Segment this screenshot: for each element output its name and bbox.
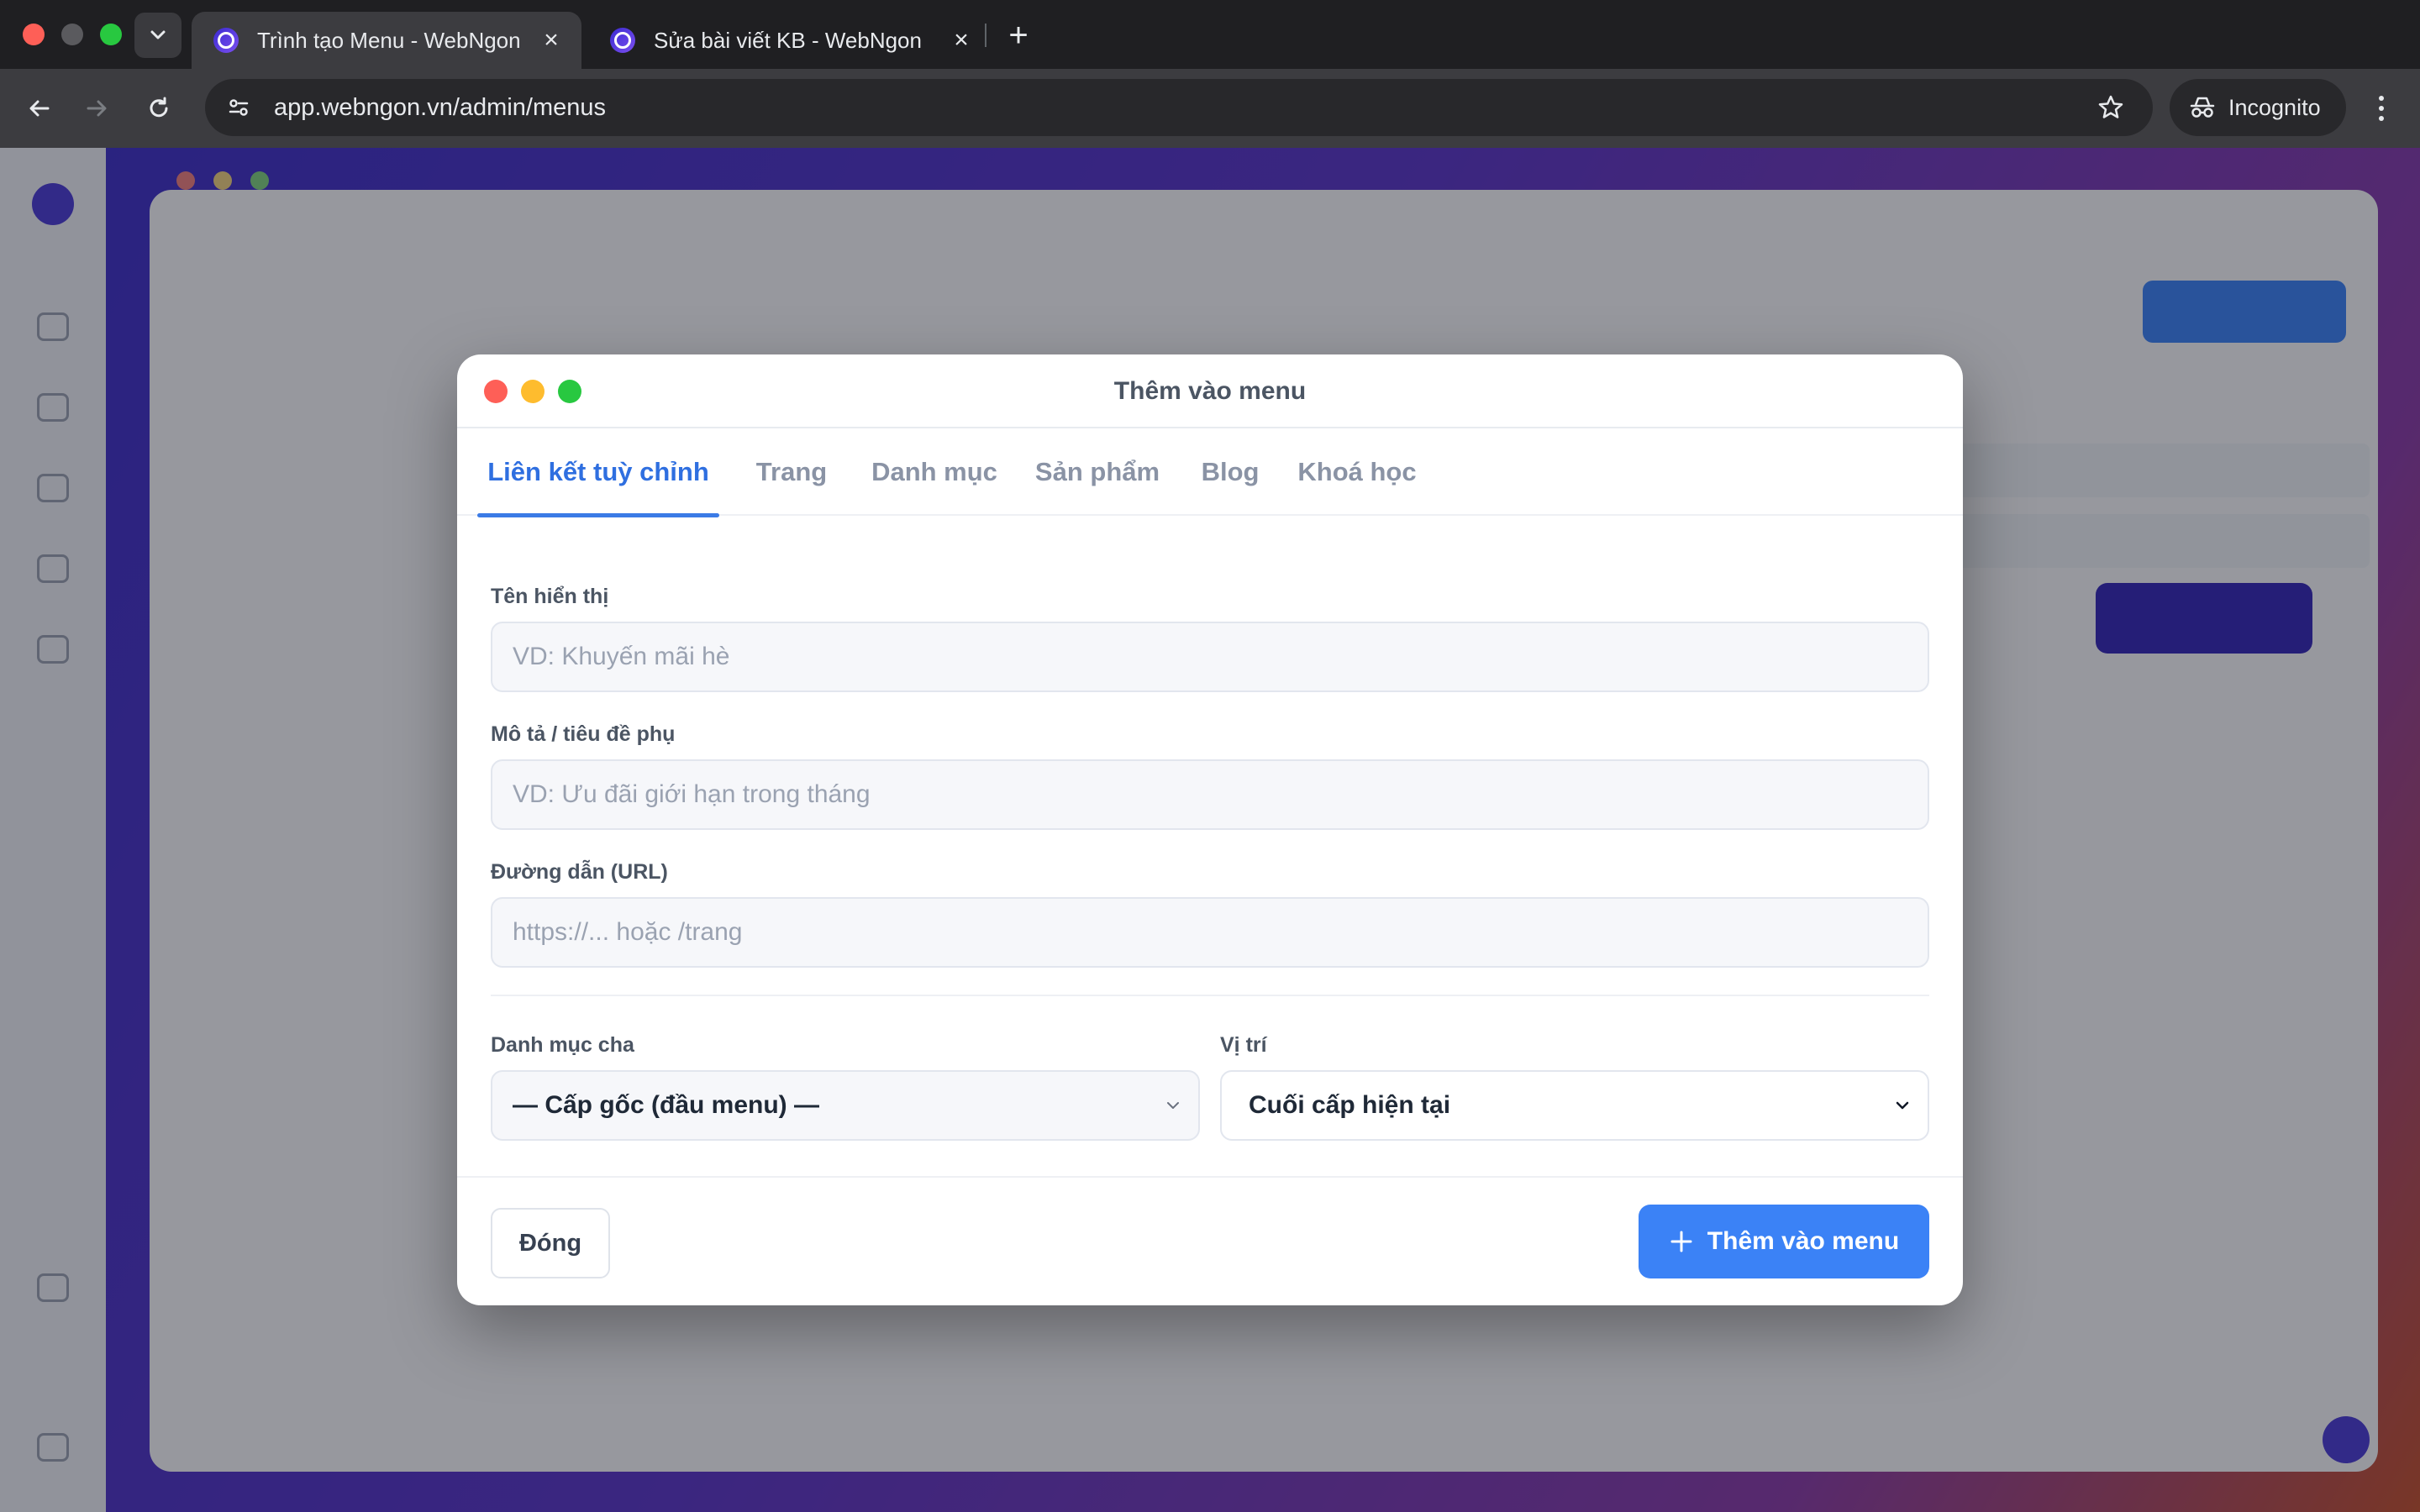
plus-icon xyxy=(1670,1231,1692,1252)
close-button[interactable]: Đóng xyxy=(491,1208,610,1278)
chevron-down-icon xyxy=(1877,1070,1928,1141)
tab-title: Sửa bài viết KB - WebNgon xyxy=(654,27,922,53)
display-name-label: Tên hiển thị xyxy=(491,585,609,608)
bookmark-star-icon[interactable] xyxy=(2086,82,2136,133)
browser-tab-menu-builder[interactable]: Trình tạo Menu - WebNgon × xyxy=(192,12,581,69)
add-to-menu-label: Thêm vào menu xyxy=(1707,1227,1900,1255)
url-input[interactable] xyxy=(491,897,1929,968)
arrow-left-icon xyxy=(29,100,50,117)
url-label: Đường dẫn (URL) xyxy=(491,860,668,884)
tab-custom-link[interactable]: Liên kết tuỳ chỉnh xyxy=(477,428,719,517)
tab-categories[interactable]: Danh mục xyxy=(864,428,1005,516)
window-minimize-button[interactable] xyxy=(61,24,83,45)
add-to-menu-dialog: Thêm vào menu Liên kết tuỳ chỉnh Trang D… xyxy=(457,354,1963,1305)
incognito-label: Incognito xyxy=(2228,94,2321,120)
display-name-input[interactable] xyxy=(491,622,1929,692)
window-zoom-button[interactable] xyxy=(100,24,122,45)
url-text: app.webngon.vn/admin/menus xyxy=(274,93,606,121)
back-button[interactable] xyxy=(18,87,60,129)
incognito-badge[interactable]: Incognito xyxy=(2170,79,2346,136)
tab-blog[interactable]: Blog xyxy=(1190,428,1270,516)
tab-close-icon[interactable]: × xyxy=(946,25,976,55)
tab-title: Trình tạo Menu - WebNgon xyxy=(257,27,521,53)
tab-products[interactable]: Sản phẩm xyxy=(1023,428,1171,516)
reload-button[interactable] xyxy=(138,87,180,129)
position-select[interactable]: Cuối cấp hiện tại xyxy=(1220,1070,1929,1141)
browser-menu-button[interactable] xyxy=(2365,87,2398,129)
description-label: Mô tả / tiêu đề phụ xyxy=(491,722,676,746)
browser-toolbar: app.webngon.vn/admin/menus Incognito xyxy=(0,69,2420,148)
add-to-menu-button[interactable]: Thêm vào menu xyxy=(1639,1205,1929,1278)
chevron-down-icon xyxy=(150,30,166,39)
forward-button[interactable] xyxy=(76,87,118,129)
chevron-down-icon xyxy=(1148,1070,1198,1141)
dialog-title: Thêm vào menu xyxy=(1113,377,1307,405)
webngon-favicon-icon xyxy=(610,28,635,53)
position-value: Cuối cấp hiện tại xyxy=(1249,1091,1451,1119)
tab-pages[interactable]: Trang xyxy=(738,428,845,516)
parent-category-value: — Cấp gốc (đầu menu) — xyxy=(513,1091,820,1119)
tab-courses[interactable]: Khoá học xyxy=(1289,428,1425,516)
position-label: Vị trí xyxy=(1220,1033,1267,1057)
browser-tab-bar: Trình tạo Menu - WebNgon × Sửa bài viết … xyxy=(0,0,2420,69)
arrow-right-icon xyxy=(87,100,107,117)
dialog-header: Thêm vào menu xyxy=(457,354,1963,428)
dialog-tabs: Liên kết tuỳ chỉnh Trang Danh mục Sản ph… xyxy=(457,428,1963,517)
tab-close-icon[interactable]: × xyxy=(536,25,566,55)
incognito-icon xyxy=(2188,95,2217,120)
new-tab-button[interactable]: + xyxy=(1000,17,1037,54)
reload-icon xyxy=(150,97,168,118)
section-divider xyxy=(491,995,1929,996)
site-settings-icon[interactable] xyxy=(213,82,264,133)
dialog-footer: Đóng Thêm vào menu xyxy=(457,1176,1963,1305)
webngon-favicon-icon xyxy=(213,28,239,53)
tab-divider xyxy=(985,24,986,47)
address-bar[interactable]: app.webngon.vn/admin/menus xyxy=(205,79,2153,136)
tab-search-button[interactable] xyxy=(134,13,182,58)
parent-category-select[interactable]: — Cấp gốc (đầu menu) — xyxy=(491,1070,1200,1141)
browser-tab-kb-edit[interactable]: Sửa bài viết KB - WebNgon × xyxy=(588,12,992,69)
window-close-button[interactable] xyxy=(23,24,45,45)
description-input[interactable] xyxy=(491,759,1929,830)
parent-category-label: Danh mục cha xyxy=(491,1033,634,1057)
